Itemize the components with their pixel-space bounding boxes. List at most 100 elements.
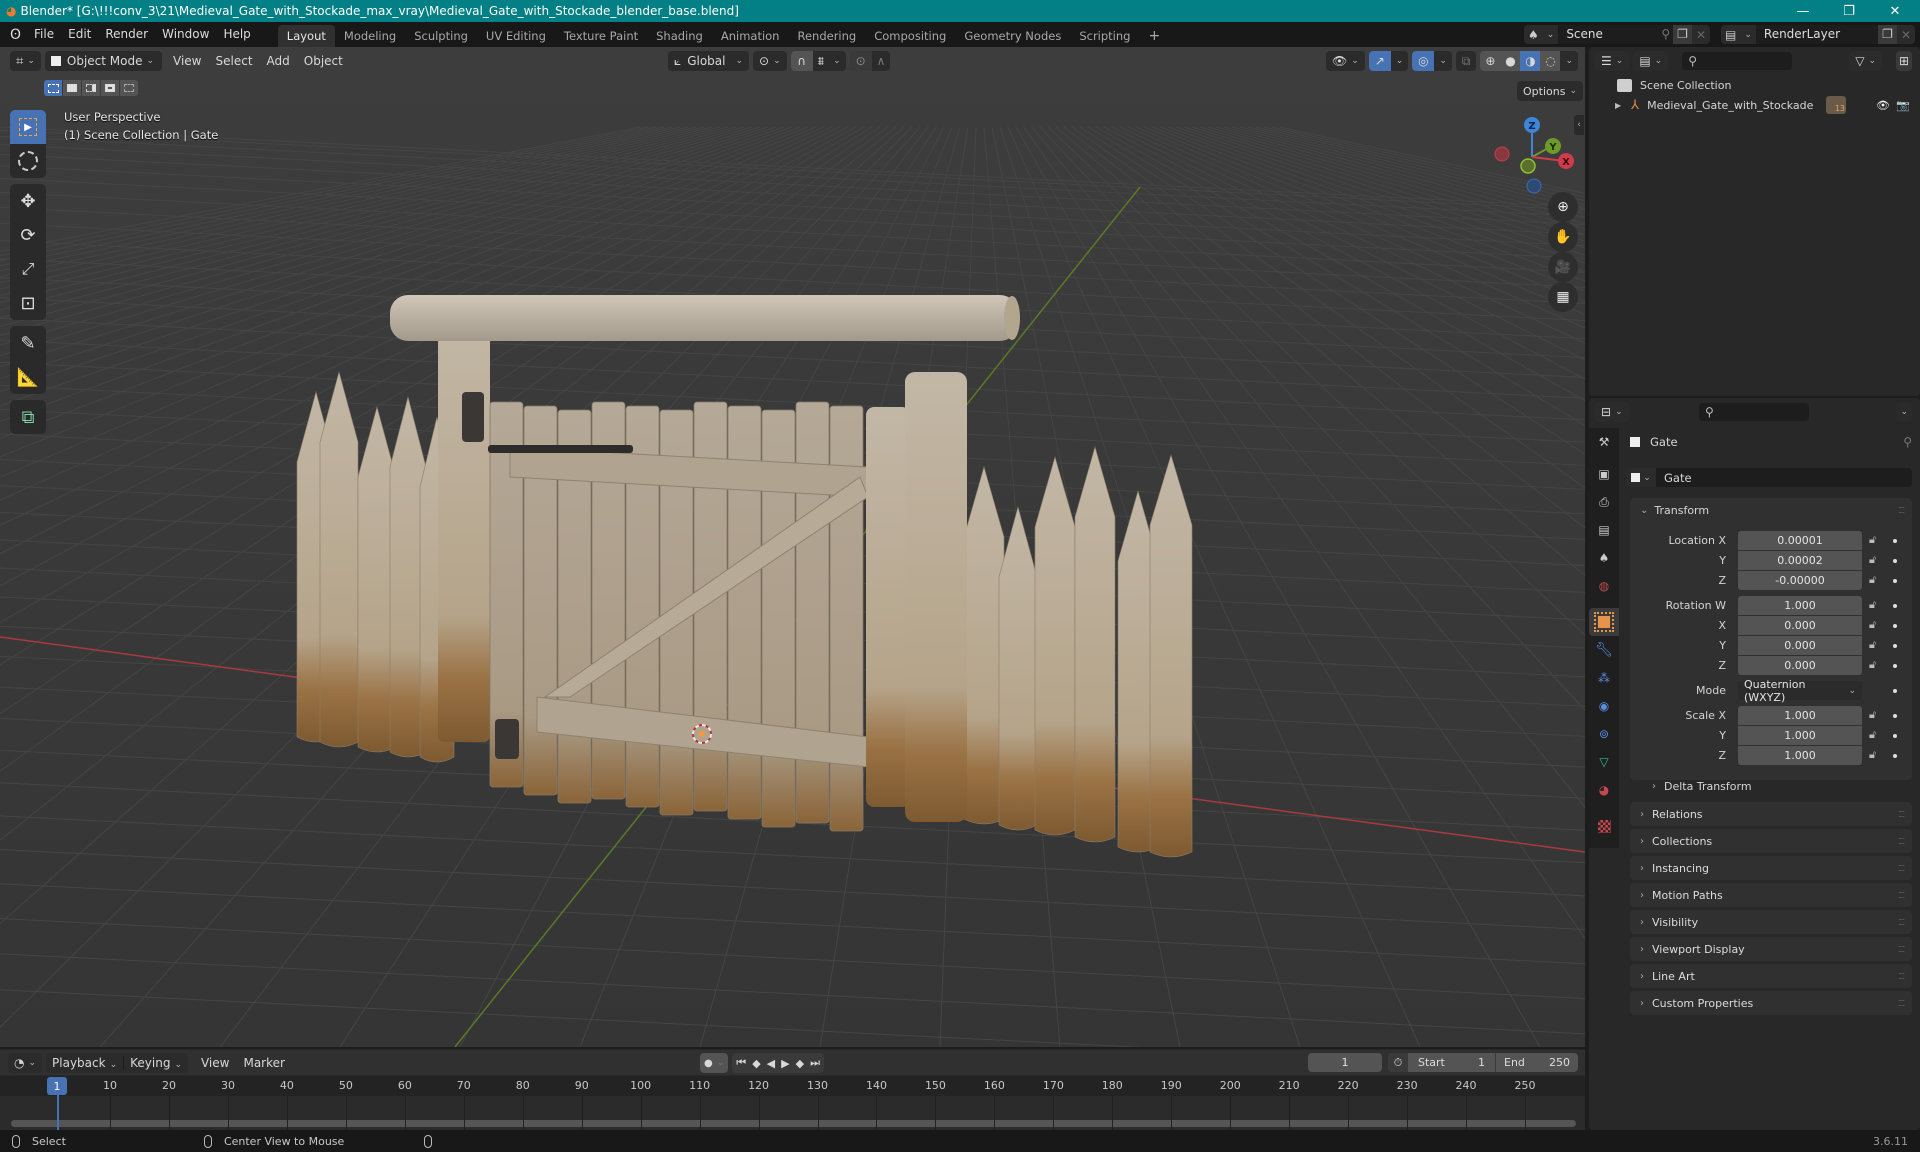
drag-grip-icon[interactable]: ⁚⁚⁚⁚ [1898,506,1905,515]
stopwatch-icon[interactable]: ⏱ [1388,1053,1408,1072]
pin-icon[interactable]: ⚲ [1658,25,1674,44]
new-collection-button[interactable]: ⊞ [1895,51,1912,71]
outliner-item[interactable]: ▶ ⅄ Medieval_Gate_with_Stockade 13 👁 📷 [1589,95,1920,115]
delete-view-layer-icon[interactable]: ✕ [1897,28,1915,42]
gizmo-dropdown[interactable]: ⌄ [1396,56,1404,66]
overlay-toggle[interactable]: ◎ [1412,51,1435,71]
shading-material-button[interactable]: ◑ [1520,51,1541,71]
view-layer-selector[interactable]: ▤ ⌄ RenderLayer ❐ ✕ [1721,25,1915,44]
keyframe-dot[interactable] [1893,604,1897,608]
lock-icon[interactable]: 🔓︎ [1869,658,1876,672]
mode-dropdown[interactable]: Object Mode ⌄ [44,51,163,71]
drag-grip-icon[interactable]: ⁚⁚⁚⁚ [1898,999,1905,1008]
menu-file[interactable]: File [27,22,61,47]
tab-sculpting[interactable]: Sculpting [405,25,477,47]
tool-cursor[interactable] [10,144,46,178]
keyframe-dot[interactable] [1893,734,1897,738]
tab-tool[interactable]: ⚒ [1589,428,1619,456]
snap-increment-icon[interactable]: ⩩ [813,54,829,69]
select-intersect-button[interactable] [120,80,138,96]
drag-grip-icon[interactable]: ⁚⁚⁚⁚ [1898,864,1905,873]
location-z-field[interactable]: -0.00000 [1738,571,1862,590]
keyframe-dot[interactable] [1893,579,1897,583]
outliner-display-mode[interactable]: ▤ ⌄ [1633,51,1669,71]
ortho-toggle-button[interactable]: ▦ [1548,282,1578,312]
falloff-icon[interactable]: ∧ [872,54,891,68]
timeline-editor-type[interactable]: ◔ ⌄ [8,1052,43,1073]
tab-modeling[interactable]: Modeling [335,25,405,47]
maximize-button[interactable]: ❐ [1826,0,1872,22]
delta-transform-subpanel[interactable]: › Delta Transform [1630,776,1912,796]
keyframe-dot[interactable] [1893,714,1897,718]
rotation-mode-dropdown[interactable]: Quaternion (WXYZ) ⌄ [1738,678,1862,704]
drag-grip-icon[interactable]: ⁚⁚⁚⁚ [1898,972,1905,981]
navigation-gizmo[interactable]: Z Y X [1485,107,1575,197]
visibility-eye-icon[interactable]: 👁 [1876,99,1890,112]
drag-grip-icon[interactable]: ⁚⁚⁚⁚ [1898,945,1905,954]
panel-line-art[interactable]: › Line Art ⁚⁚⁚⁚ [1630,964,1912,988]
snap-toggle[interactable]: ∩ [790,51,813,71]
tool-rotate[interactable]: ⟳ [10,218,46,252]
editor-type-button[interactable]: ⌗ ⌄ [10,51,41,71]
object-data-selector[interactable]: ⌄ [1626,468,1656,487]
rotation-w-field[interactable]: 1.000 [1738,596,1862,615]
drag-grip-icon[interactable]: ⁚⁚⁚⁚ [1898,891,1905,900]
tool-move[interactable]: ✥ [10,184,46,218]
options-dropdown[interactable]: Options ⌄ [1517,81,1583,101]
keyframe-dot[interactable] [1893,624,1897,628]
tab-output[interactable]: ⎙ [1589,488,1619,516]
timeline-scrollbar[interactable] [11,1120,1576,1127]
outliner-scene-collection[interactable]: Scene Collection [1589,75,1920,95]
lock-icon[interactable]: 🔓︎ [1869,728,1876,742]
tool-transform[interactable]: ⊡ [10,286,46,320]
shading-wireframe-button[interactable]: ⊕ [1480,51,1501,71]
xray-toggle[interactable]: ⧉ [1455,51,1477,71]
prev-keyframe-icon[interactable]: ◆ [752,1057,760,1070]
lock-icon[interactable]: 🔓︎ [1869,618,1876,632]
select-new-button[interactable] [44,80,62,96]
render-camera-icon[interactable]: 📷 [1896,99,1910,112]
3d-viewport[interactable]: User Perspective (1) Scene Collection | … [0,47,1585,1047]
outliner-search-input[interactable]: ⚲ [1682,52,1793,70]
delete-scene-icon[interactable]: ✕ [1692,28,1710,42]
lock-icon[interactable]: 🔓︎ [1869,598,1876,612]
tab-particles[interactable]: ⁂ [1589,664,1619,692]
properties-options-dropdown[interactable]: ⌄ [1896,402,1912,422]
proportional-edit-toggle[interactable]: ⊙ [849,51,872,71]
tab-object[interactable] [1589,608,1619,636]
tab-constraints[interactable]: ⊚ [1589,720,1619,748]
tab-material[interactable]: ◕ [1589,776,1619,804]
zoom-button[interactable]: ⊕ [1548,192,1578,222]
shading-dropdown[interactable]: ⌄ [1565,56,1573,66]
playback-menu[interactable]: Playback ⌄ [46,1055,125,1070]
tab-world[interactable]: ◍ [1589,572,1619,600]
menu-view[interactable]: View [166,54,208,68]
blender-menu-icon[interactable]: ʘ [10,27,21,43]
keyframe-dot[interactable] [1893,539,1897,543]
new-view-layer-icon[interactable]: ❐ [1878,25,1897,44]
panel-visibility[interactable]: › Visibility ⁚⁚⁚⁚ [1630,910,1912,934]
lock-icon[interactable]: 🔓︎ [1869,533,1876,547]
play-icon[interactable]: ▶ [781,1057,789,1070]
gizmo-toggle[interactable]: ↗ [1368,51,1391,71]
auto-keying-toggle[interactable]: ● ⌄ [700,1053,729,1073]
end-frame-field[interactable]: End 250 [1496,1053,1578,1072]
panel-custom-properties[interactable]: › Custom Properties ⁚⁚⁚⁚ [1630,991,1912,1015]
start-frame-field[interactable]: Start 1 [1408,1053,1496,1072]
tool-measure[interactable]: 📐 [10,360,46,394]
tool-annotate[interactable]: ✎ [10,326,46,360]
scene-selector[interactable]: ♠ ⌄ Scene ⚲ ❐ ✕ [1524,25,1710,44]
tab-scene[interactable]: ♠ [1589,544,1619,572]
rotation-z-field[interactable]: 0.000 [1738,656,1862,675]
menu-edit[interactable]: Edit [61,22,98,47]
properties-search-input[interactable]: ⚲ [1699,403,1809,421]
shading-rendered-button[interactable]: ◌ [1540,51,1561,71]
tab-shading[interactable]: Shading [647,25,712,47]
tab-texture-paint[interactable]: Texture Paint [555,25,647,47]
tab-animation[interactable]: Animation [712,25,789,47]
close-button[interactable]: ✕ [1872,0,1918,22]
lock-icon[interactable]: 🔓︎ [1869,553,1876,567]
keyframe-dot[interactable] [1893,664,1897,668]
tab-layout[interactable]: Layout [277,25,335,47]
timeline-view-menu[interactable]: View [194,1056,236,1070]
